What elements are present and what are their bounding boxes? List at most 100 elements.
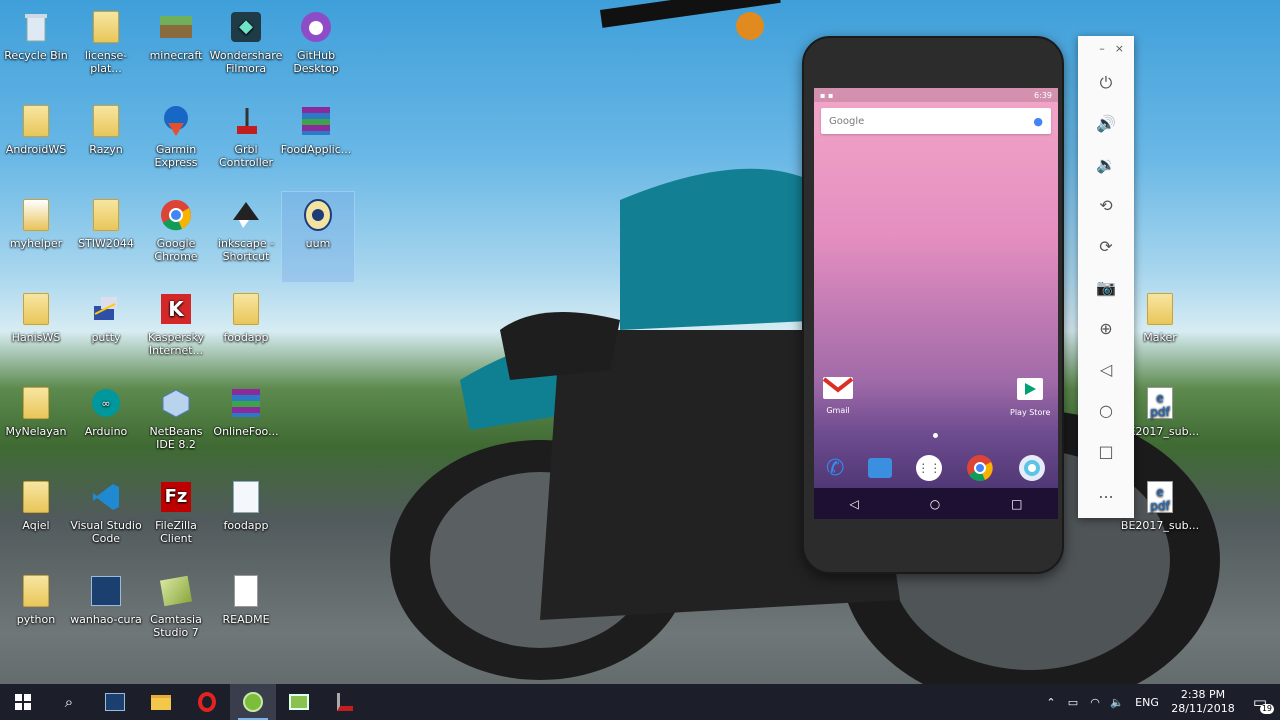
shortcut-garmin-express[interactable]: Garmin Express bbox=[140, 98, 212, 188]
folder-python[interactable]: python bbox=[0, 568, 72, 658]
icon-label: Grbl Controller bbox=[218, 143, 274, 169]
emulator-screen[interactable]: ▪ ▪ 6:39 Google ● Gmail Play Store ✆ ⋮⋮ … bbox=[814, 88, 1058, 519]
search-button[interactable]: ⌕ bbox=[46, 684, 92, 720]
back-icon[interactable]: ◁ bbox=[1091, 349, 1121, 390]
svg-text:∞: ∞ bbox=[101, 397, 110, 410]
chrome-icon[interactable] bbox=[966, 454, 994, 482]
taskbar-android-studio[interactable] bbox=[230, 684, 276, 720]
icon-label: Garmin Express bbox=[154, 143, 198, 169]
folder-razyn[interactable]: Razyn bbox=[70, 98, 142, 188]
archive-onlinefoo[interactable]: OnlineFoo... bbox=[210, 380, 282, 470]
icon-label: uum bbox=[305, 237, 331, 250]
folder-foodapp[interactable]: foodapp bbox=[210, 286, 282, 376]
taskbar-file-explorer[interactable] bbox=[138, 684, 184, 720]
shortcut-filmora[interactable]: ◆ Wondershare Filmora bbox=[210, 4, 282, 94]
volume-up-icon[interactable]: 🔊 bbox=[1091, 103, 1121, 144]
microphone-icon[interactable]: ● bbox=[1033, 115, 1043, 128]
shortcut-myhelper[interactable]: myhelper bbox=[0, 192, 72, 282]
volume-icon[interactable]: 🔈 bbox=[1106, 696, 1128, 709]
android-emulator-window[interactable]: ▪ ▪ 6:39 Google ● Gmail Play Store ✆ ⋮⋮ … bbox=[802, 36, 1064, 574]
more-icon[interactable]: ... bbox=[1091, 472, 1121, 513]
shortcut-uum[interactable]: uum bbox=[281, 191, 355, 283]
app-gmail[interactable]: Gmail bbox=[822, 376, 854, 415]
zoom-icon[interactable]: ⊕ bbox=[1091, 308, 1121, 349]
wifi-icon[interactable]: ◠ bbox=[1084, 696, 1106, 709]
action-center-button[interactable]: ▭ 19 bbox=[1240, 684, 1280, 720]
recycle-bin-shortcut[interactable]: Recycle Bin bbox=[0, 4, 72, 94]
camera-icon[interactable]: 📷 bbox=[1091, 267, 1121, 308]
shortcut-vscode[interactable]: Visual Studio Code bbox=[70, 474, 142, 564]
battery-icon[interactable]: ▭ bbox=[1062, 696, 1084, 709]
gmail-icon bbox=[822, 377, 854, 399]
shortcut-netbeans[interactable]: NetBeans IDE 8.2 bbox=[140, 380, 212, 470]
archive-foodapplic[interactable]: FoodApplic... bbox=[280, 98, 352, 188]
overview-icon[interactable]: □ bbox=[1091, 431, 1121, 472]
shortcut-kaspersky[interactable]: K Kaspersky Internet... bbox=[140, 286, 212, 376]
file-readme[interactable]: README bbox=[210, 568, 282, 658]
rotate-right-icon[interactable]: ⟳ bbox=[1091, 226, 1121, 267]
camera-icon[interactable] bbox=[1018, 454, 1046, 482]
shortcut-minecraft[interactable]: minecraft bbox=[140, 4, 212, 94]
folder-icon bbox=[229, 290, 263, 328]
folder-hanisws[interactable]: HanisWS bbox=[0, 286, 72, 376]
icon-label: Camtasia Studio 7 bbox=[150, 613, 202, 639]
folder-mynelayan[interactable]: MyNelayan bbox=[0, 380, 72, 470]
messages-icon[interactable] bbox=[868, 458, 893, 478]
minimize-button[interactable]: – bbox=[1099, 42, 1105, 62]
app-play-store[interactable]: Play Store bbox=[1010, 374, 1050, 417]
icon-label: myhelper bbox=[9, 237, 63, 250]
folder-icon bbox=[19, 572, 53, 610]
netbeans-icon bbox=[159, 384, 193, 422]
document-foodapp[interactable]: foodapp bbox=[210, 474, 282, 564]
filmora-icon: ◆ bbox=[229, 8, 263, 46]
shortcut-github-desktop[interactable]: GitHub Desktop bbox=[280, 4, 352, 94]
icon-label: wanhao-cura bbox=[70, 613, 142, 626]
uum-icon bbox=[301, 196, 335, 234]
hotseat: ✆ ⋮⋮ bbox=[814, 448, 1058, 488]
vscode-icon bbox=[89, 478, 123, 516]
taskbar-grbl[interactable] bbox=[322, 684, 368, 720]
clock[interactable]: 2:38 PM 28/11/2018 bbox=[1166, 688, 1240, 716]
show-hidden-icons-icon[interactable]: ⌃ bbox=[1040, 696, 1062, 709]
folder-androidws[interactable]: AndroidWS bbox=[0, 98, 72, 188]
google-search-bar[interactable]: Google ● bbox=[821, 108, 1051, 134]
shortcut-camtasia[interactable]: Camtasia Studio 7 bbox=[140, 568, 212, 658]
shortcut-google-chrome[interactable]: Google Chrome bbox=[140, 192, 212, 282]
shortcut-arduino[interactable]: ∞ Arduino bbox=[70, 380, 142, 470]
power-icon[interactable]: ⏻ bbox=[1091, 62, 1121, 103]
folder-license-plat[interactable]: license-plat... bbox=[70, 4, 142, 94]
close-button[interactable]: × bbox=[1115, 42, 1124, 62]
taskbar-camtasia[interactable] bbox=[276, 684, 322, 720]
start-button[interactable] bbox=[0, 684, 46, 720]
icon-label: foodapp bbox=[223, 519, 269, 532]
folder-aqiel[interactable]: Aqiel bbox=[0, 474, 72, 564]
camtasia-icon bbox=[159, 572, 193, 610]
shortcut-filezilla[interactable]: Fz FileZilla Client bbox=[140, 474, 212, 564]
taskbar-opera[interactable] bbox=[184, 684, 230, 720]
home-icon[interactable]: ○ bbox=[1091, 390, 1121, 431]
cura-icon bbox=[89, 572, 123, 610]
nav-home-icon[interactable]: ○ bbox=[930, 497, 940, 511]
shortcut-putty[interactable]: putty bbox=[70, 286, 142, 376]
nav-back-icon[interactable]: ◁ bbox=[849, 497, 858, 511]
shortcut-wanhao-cura[interactable]: wanhao-cura bbox=[70, 568, 142, 658]
folder-maker[interactable]: Maker bbox=[1124, 286, 1196, 376]
github-icon bbox=[299, 8, 333, 46]
icon-label: Visual Studio Code bbox=[70, 519, 142, 545]
folder-stiw2044[interactable]: STIW2044 bbox=[70, 192, 142, 282]
volume-down-icon[interactable]: 🔉 bbox=[1091, 144, 1121, 185]
folder-icon bbox=[89, 196, 123, 234]
shortcut-inkscape[interactable]: inkscape - Shortcut bbox=[210, 192, 282, 282]
pdf-be2017-sub-1[interactable]: e pdf BE2017_sub... bbox=[1121, 380, 1199, 470]
kaspersky-icon: K bbox=[159, 290, 193, 328]
nav-overview-icon[interactable]: □ bbox=[1011, 497, 1022, 511]
icon-label: Maker bbox=[1143, 331, 1177, 344]
language-indicator[interactable]: ENG bbox=[1128, 696, 1166, 709]
rotate-left-icon[interactable]: ⟲ bbox=[1091, 185, 1121, 226]
taskbar-wanhao[interactable] bbox=[92, 684, 138, 720]
phone-icon[interactable]: ✆ bbox=[826, 456, 844, 481]
app-label: Gmail bbox=[826, 406, 850, 415]
shortcut-grbl-controller[interactable]: Grbl Controller bbox=[210, 98, 282, 188]
app-drawer-icon[interactable]: ⋮⋮ bbox=[916, 455, 943, 481]
pdf-be2017-sub-2[interactable]: e pdf BE2017_sub... bbox=[1121, 474, 1199, 564]
